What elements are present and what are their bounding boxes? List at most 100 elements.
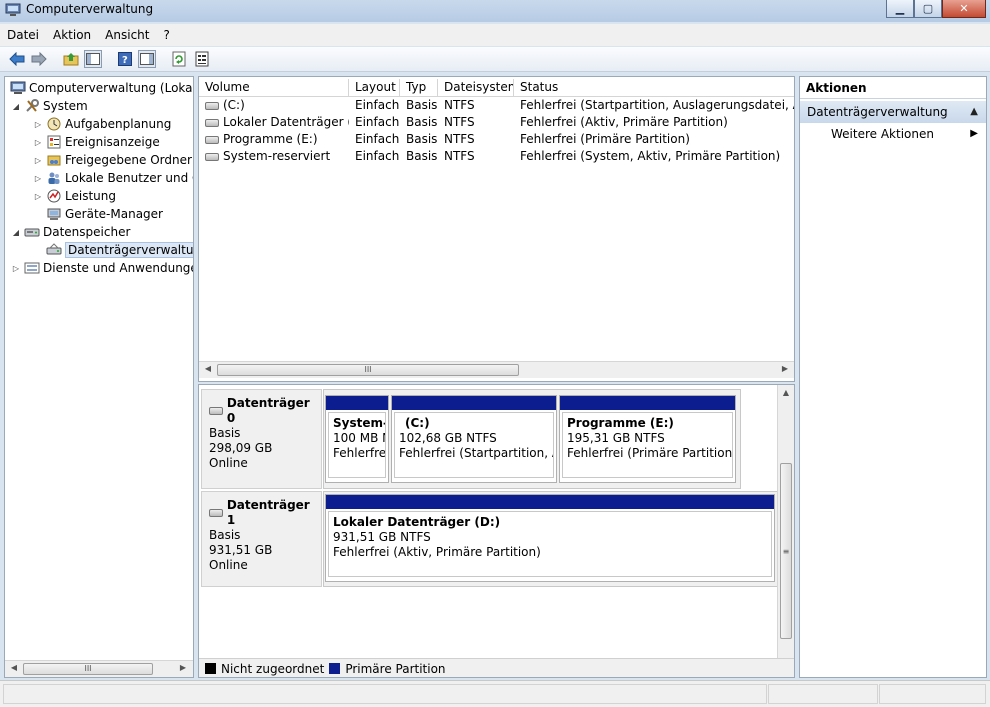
volume-type: Basis [406, 132, 438, 146]
scroll-left-icon[interactable]: ◀ [8, 663, 20, 672]
actions-title: Aktionen [800, 77, 986, 99]
collapse-arrow-icon[interactable]: ◢ [11, 102, 21, 111]
submenu-arrow-icon: ▶ [970, 128, 978, 139]
disk-name: Datenträger 1 [226, 498, 310, 527]
tree-item-label: Lokale Benutzer und Gruppen [65, 171, 193, 185]
scroll-right-icon[interactable]: ▶ [177, 663, 189, 672]
volume-list: Volume Layout Typ Dateisystem Status (C:… [198, 76, 795, 382]
tree-item-system[interactable]: ◢ System [11, 97, 88, 115]
disk-0-label[interactable]: Datenträger 0 Basis 298,09 GB Online [201, 389, 322, 489]
disk-state: Online [209, 456, 248, 470]
tree-item-label: Geräte-Manager [65, 207, 163, 221]
scroll-right-icon[interactable]: ▶ [779, 364, 791, 373]
scroll-thumb[interactable]: III [217, 364, 519, 376]
scroll-thumb[interactable]: ≡ [780, 463, 792, 639]
collapse-up-icon[interactable]: ▲ [970, 101, 978, 123]
volume-filesystem: NTFS [444, 132, 475, 146]
partition-d[interactable]: Lokaler Datenträger (D:) 931,51 GB NTFS … [325, 494, 775, 582]
partition-e[interactable]: Programme (E:) 195,31 GB NTFS Fehlerfrei… [559, 395, 736, 483]
tools-icon [24, 98, 40, 114]
close-icon: ✕ [959, 2, 969, 15]
scroll-thumb[interactable]: III [23, 663, 153, 675]
partition-name: Programme (E:) [567, 416, 674, 430]
expand-arrow-icon[interactable]: ▷ [33, 120, 43, 129]
volume-status: Fehlerfrei (Aktiv, Primäre Partition) [520, 115, 728, 129]
expand-arrow-icon[interactable]: ▷ [33, 174, 43, 183]
expand-arrow-icon[interactable]: ▷ [11, 264, 21, 273]
legend-label: Primäre Partition [345, 661, 446, 676]
menu-bar: Datei Aktion Ansicht ? [0, 24, 990, 46]
column-header-status[interactable]: Status [514, 79, 794, 96]
computer-management-icon [10, 80, 26, 96]
tree-item-lokale-benutzer[interactable]: ▷ Lokale Benutzer und Gruppen [33, 169, 193, 187]
collapse-arrow-icon[interactable]: ◢ [11, 228, 21, 237]
menu-ansicht[interactable]: Ansicht [98, 28, 156, 42]
table-row[interactable]: (C:) Einfach Basis NTFS Fehlerfrei (Star… [199, 97, 794, 114]
drive-icon [205, 101, 219, 110]
tree-item-root[interactable]: Computerverwaltung (Lokal) [7, 79, 193, 97]
show-hide-tree-button[interactable] [84, 50, 102, 68]
volume-name: Lokaler Datenträger (D:) [223, 115, 349, 129]
expand-arrow-icon[interactable]: ▷ [33, 138, 43, 147]
partition-name: Lokaler Datenträger (D:) [333, 515, 501, 529]
tree-item-label: Ereignisanzeige [65, 135, 160, 149]
tree-item-aufgabenplanung[interactable]: ▷ Aufgabenplanung [33, 115, 171, 133]
partition-system-reserved[interactable]: System-r 100 MB N Fehlerfrei [325, 395, 389, 483]
table-row[interactable]: System-reserviert Einfach Basis NTFS Feh… [199, 148, 794, 165]
partition-bar [560, 396, 735, 410]
tree-item-geraete-manager[interactable]: Geräte-Manager [43, 205, 163, 223]
event-viewer-icon [46, 134, 62, 150]
table-row[interactable]: Lokaler Datenträger (D:) Einfach Basis N… [199, 114, 794, 131]
disk-1-partitions: Lokaler Datenträger (D:) 931,51 GB NTFS … [323, 491, 778, 587]
up-button[interactable] [62, 50, 80, 68]
close-button[interactable]: ✕ [942, 0, 986, 18]
tree-item-leistung[interactable]: ▷ Leistung [33, 187, 116, 205]
menu-aktion[interactable]: Aktion [46, 28, 98, 42]
column-header-volume[interactable]: Volume [199, 79, 349, 96]
maximize-button[interactable]: ▢ [914, 0, 942, 18]
menu-help[interactable]: ? [156, 28, 176, 42]
device-manager-icon [46, 206, 62, 222]
minimize-button[interactable]: ▁ [886, 0, 914, 18]
tree-item-freigegebene-ordner[interactable]: ▷ Freigegebene Ordner [33, 151, 192, 169]
scroll-up-icon[interactable]: ▲ [780, 388, 792, 397]
column-header-dateisystem[interactable]: Dateisystem [438, 79, 514, 96]
shared-folder-icon [46, 152, 62, 168]
partition-status: Fehlerfrei [333, 446, 386, 460]
disk-graphical-view: Datenträger 0 Basis 298,09 GB Online Sys… [198, 384, 795, 678]
tree-item-ereignisanzeige[interactable]: ▷ Ereignisanzeige [33, 133, 160, 151]
properties-button[interactable] [193, 50, 211, 68]
forward-button[interactable] [30, 50, 48, 68]
show-hide-action-pane-button[interactable] [138, 50, 156, 68]
partition-c[interactable]: (C:) 102,68 GB NTFS Fehlerfrei (Startpar… [391, 395, 557, 483]
tree-item-datentraegerverwaltung[interactable]: Datenträgerverwaltung [43, 241, 193, 259]
partition-status: Fehlerfrei (Primäre Partition) [567, 446, 733, 460]
clock-icon [46, 116, 62, 132]
menu-datei[interactable]: Datei [0, 28, 46, 42]
volume-layout: Einfach [355, 98, 400, 112]
actions-section-datentraegerverwaltung[interactable]: Datenträgerverwaltung ▲ [800, 101, 986, 123]
partition-bar [326, 396, 388, 410]
expand-arrow-icon[interactable]: ▷ [33, 192, 43, 201]
status-segment [768, 684, 878, 704]
volume-layout: Einfach [355, 115, 400, 129]
volume-layout: Einfach [355, 149, 400, 163]
forward-arrow-icon [31, 52, 47, 66]
disk-vertical-scrollbar[interactable]: ▲ ≡ [777, 385, 794, 658]
tree-item-dienste[interactable]: ▷ Dienste und Anwendungen [11, 259, 193, 277]
column-header-typ[interactable]: Typ [400, 79, 438, 96]
expand-arrow-icon[interactable]: ▷ [33, 156, 43, 165]
volume-horizontal-scrollbar[interactable]: ◀ III ▶ [199, 361, 794, 378]
volume-type: Basis [406, 149, 438, 163]
table-row[interactable]: Programme (E:) Einfach Basis NTFS Fehler… [199, 131, 794, 148]
action-weitere-aktionen[interactable]: Weitere Aktionen ▶ [800, 123, 986, 145]
disk-1-label[interactable]: Datenträger 1 Basis 931,51 GB Online [201, 491, 322, 587]
column-header-layout[interactable]: Layout [349, 79, 400, 96]
storage-icon [24, 224, 40, 240]
tree-horizontal-scrollbar[interactable]: ◀ III ▶ [5, 660, 193, 677]
back-button[interactable] [8, 50, 26, 68]
tree-item-datenspeicher[interactable]: ◢ Datenspeicher [11, 223, 130, 241]
scroll-left-icon[interactable]: ◀ [202, 364, 214, 373]
refresh-button[interactable] [170, 50, 188, 68]
help-button[interactable]: ? [116, 50, 134, 68]
